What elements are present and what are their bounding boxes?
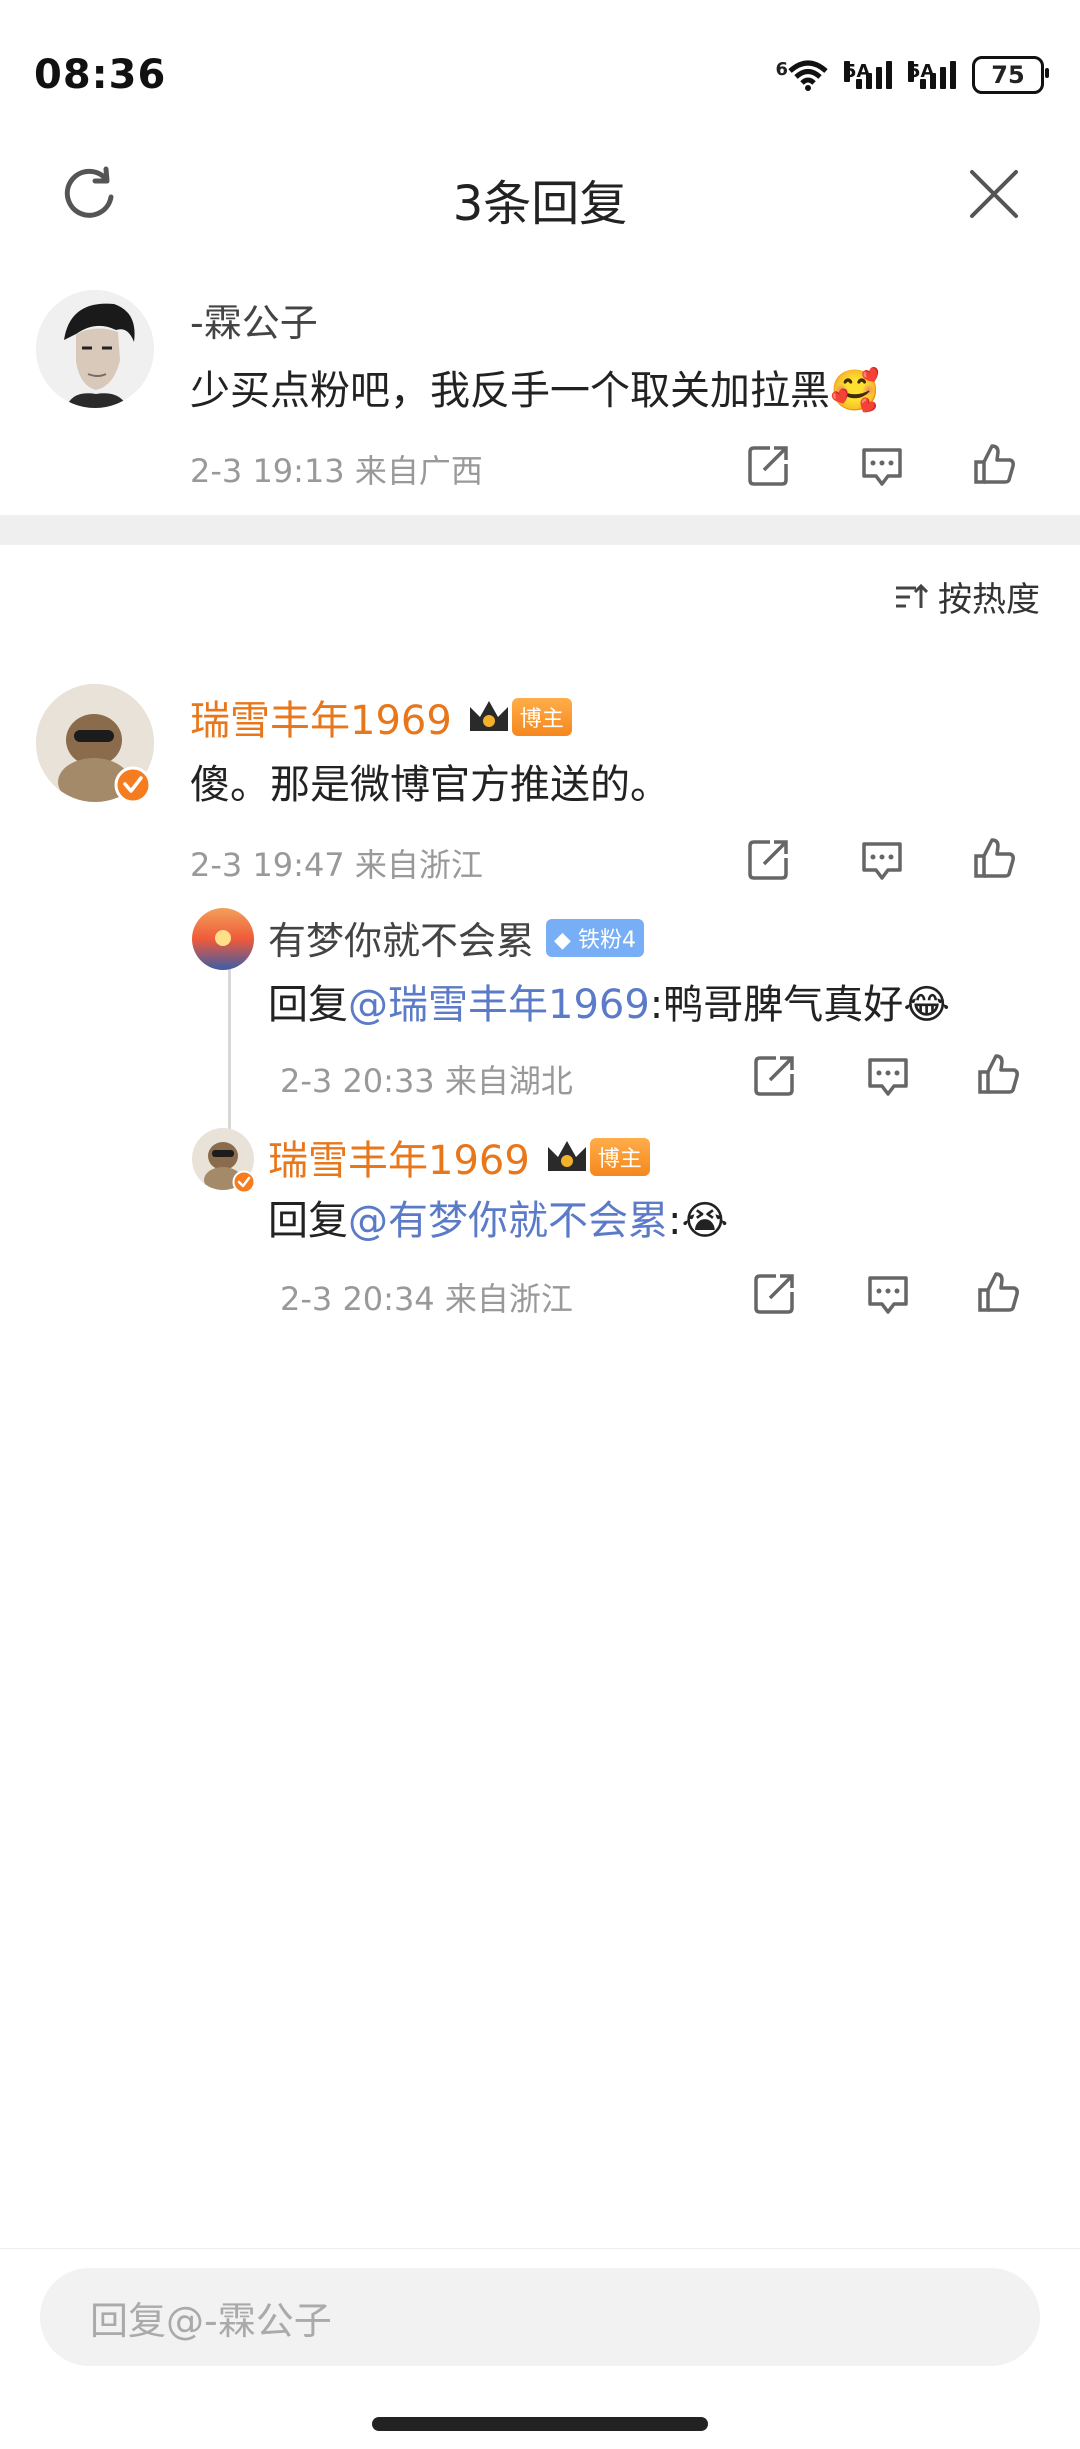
avatar-image <box>192 908 254 970</box>
mention-link[interactable]: @有梦你就不会累 <box>348 1198 668 1244</box>
like-icon[interactable] <box>972 442 1016 486</box>
sort-label: 按热度 <box>938 580 1040 620</box>
wifi-label: 6 <box>775 59 788 80</box>
emoji-love: 🥰 <box>830 368 880 414</box>
reply-author[interactable]: 瑞雪丰年1969 <box>268 1128 530 1186</box>
share-icon[interactable] <box>752 1054 796 1098</box>
close-icon[interactable] <box>968 168 1020 220</box>
reply-meta: 2-3 20:34 来自浙江 <box>280 1280 573 1318</box>
reply-prefix: 回复 <box>268 982 348 1028</box>
like-icon[interactable] <box>972 836 1016 880</box>
home-indicator[interactable] <box>372 2417 708 2431</box>
reply-meta: 2-3 20:33 来自湖北 <box>280 1062 573 1100</box>
reply-prefix: 回复 <box>268 1198 348 1244</box>
crown-icon <box>547 1141 586 1171</box>
reply-text: 回复@瑞雪丰年1969:鸭哥脾气真好😂 <box>268 972 950 1030</box>
emoji-cry: 😭 <box>681 1198 729 1244</box>
reply-header: 瑞雪丰年1969 博主 <box>268 1128 650 1186</box>
reply-author[interactable]: 有梦你就不会累 <box>268 910 534 965</box>
like-icon[interactable] <box>976 1052 1020 1096</box>
comment-text: 少买点粉吧，我反手一个取关加拉黑🥰 <box>190 358 880 416</box>
signal-1-label: 5A <box>844 61 871 82</box>
bottom-divider <box>0 2248 1080 2249</box>
reply-body: : <box>668 1198 682 1244</box>
share-icon[interactable] <box>746 838 790 882</box>
signal-1-icon: 5A <box>844 61 892 89</box>
avatar[interactable] <box>192 908 254 970</box>
section-divider <box>0 515 1080 545</box>
fan-badge-label: 铁粉4 <box>577 927 636 953</box>
comment-icon[interactable] <box>860 444 904 488</box>
comment-icon[interactable] <box>866 1272 910 1316</box>
reply-header: 瑞雪丰年1969 博主 <box>190 688 572 746</box>
comment-icon[interactable] <box>866 1054 910 1098</box>
thread-line <box>228 965 231 1140</box>
emoji-laugh: 😂 <box>903 982 951 1028</box>
page-title: 3条回复 <box>452 176 628 232</box>
reply-header: 有梦你就不会累 ◆ 铁粉4 <box>268 910 644 965</box>
sort-icon <box>896 583 928 608</box>
verified-icon <box>232 1170 256 1194</box>
status-icons: 6 5A 5A 75 <box>775 56 1049 94</box>
reply-input[interactable]: 回复@-霖公子 <box>40 2268 1040 2366</box>
blogger-badge: 博主 <box>511 698 572 736</box>
sort-button[interactable]: 按热度 <box>894 572 1040 621</box>
mention-link[interactable]: @瑞雪丰年1969 <box>348 982 650 1028</box>
fan-badge: ◆ 铁粉4 <box>546 918 644 957</box>
status-time: 08:36 <box>34 52 167 98</box>
crown-icon <box>469 701 508 731</box>
share-icon[interactable] <box>752 1272 796 1316</box>
reply-author[interactable]: 瑞雪丰年1969 <box>190 688 452 746</box>
reply-input-placeholder: 回复@-霖公子 <box>90 2298 332 2343</box>
avatar-image <box>36 290 154 408</box>
comment-meta: 2-3 19:13 来自广西 <box>190 452 483 490</box>
share-icon[interactable] <box>746 444 790 488</box>
diamond-icon: ◆ <box>554 927 571 953</box>
blogger-badge: 博主 <box>589 1138 650 1176</box>
comment-author[interactable]: -霖公子 <box>190 292 318 347</box>
reply-text: 回复@有梦你就不会累:😭 <box>268 1188 728 1246</box>
wifi-icon: 6 <box>775 59 828 91</box>
reply-meta: 2-3 19:47 来自浙江 <box>190 846 483 884</box>
comment-icon[interactable] <box>860 838 904 882</box>
signal-2-icon: 5A <box>908 61 956 89</box>
signal-2-label: 5A <box>908 61 935 82</box>
comment-text-body: 少买点粉吧，我反手一个取关加拉黑 <box>190 368 830 414</box>
verified-icon <box>114 766 152 804</box>
avatar[interactable] <box>36 290 154 408</box>
like-icon[interactable] <box>976 1270 1020 1314</box>
battery-icon: 75 <box>972 56 1049 94</box>
reply-text: 傻。那是微博官方推送的。 <box>190 762 670 808</box>
battery-level: 75 <box>991 61 1025 89</box>
reply-body: :鸭哥脾气真好 <box>649 982 904 1028</box>
